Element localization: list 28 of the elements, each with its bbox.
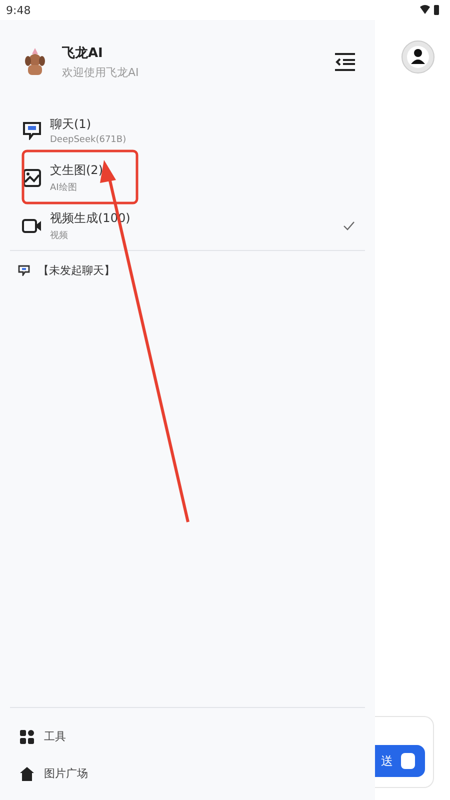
image-icon bbox=[22, 168, 42, 188]
mode-item[interactable]: 聊天(1) DeepSeek(671B) bbox=[0, 106, 375, 154]
welcome-text: 欢迎使用飞龙AI bbox=[62, 65, 140, 80]
chat-bubble-icon bbox=[22, 120, 42, 140]
user-avatar-icon[interactable] bbox=[401, 40, 435, 74]
send-button[interactable]: 送 bbox=[375, 745, 425, 777]
mode-label: 文生图(2) bbox=[50, 162, 104, 179]
footer-label: 工具 bbox=[44, 729, 66, 744]
grid-icon bbox=[20, 730, 34, 744]
status-time: 9:48 bbox=[6, 4, 31, 16]
wifi-battery-icon bbox=[420, 4, 440, 16]
app-title: 飞龙AI bbox=[62, 45, 104, 62]
mode-label: 聊天(1) bbox=[50, 116, 92, 132]
conversation-item[interactable]: 【未发起聊天】 bbox=[0, 263, 375, 278]
mode-sublabel: AI绘图 bbox=[50, 182, 78, 194]
footer-menu-item[interactable]: 工具 bbox=[20, 718, 355, 755]
video-camera-icon bbox=[22, 216, 42, 236]
home-icon bbox=[20, 766, 34, 780]
conversation-title: 【未发起聊天】 bbox=[38, 263, 115, 278]
chat-bubble-icon bbox=[18, 265, 30, 276]
mode-sublabel: 视频 bbox=[50, 230, 69, 242]
enter-key-icon bbox=[401, 753, 415, 769]
mode-item[interactable]: 文生图(2) AI绘图 bbox=[0, 154, 375, 202]
dog-mascot-icon bbox=[24, 48, 46, 76]
mode-sublabel: DeepSeek(671B) bbox=[50, 134, 128, 144]
footer-menu-item[interactable]: 图片广场 bbox=[20, 755, 355, 792]
footer-label: 图片广场 bbox=[44, 766, 88, 781]
collapse-menu-icon[interactable] bbox=[335, 53, 355, 71]
